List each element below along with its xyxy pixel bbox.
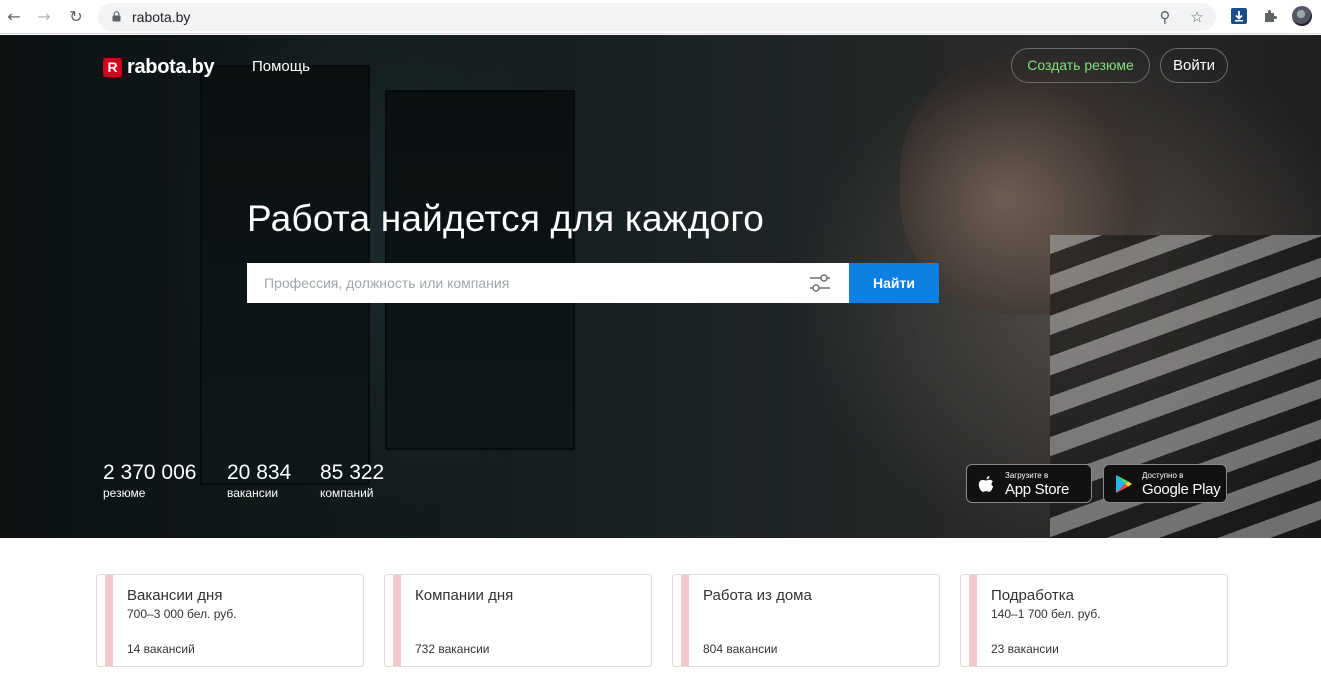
google-play-small-text: Доступно в bbox=[1142, 471, 1184, 480]
card-companies-of-day[interactable]: Компании дня 732 вакансии bbox=[384, 574, 652, 667]
stat-label: вакансии bbox=[227, 486, 279, 500]
app-store-big-text: App Store bbox=[1005, 481, 1070, 498]
logo-text: rabota.by bbox=[127, 55, 215, 78]
card-part-time[interactable]: Подработка 140–1 700 бел. руб. 23 ваканс… bbox=[960, 574, 1228, 667]
search-input[interactable] bbox=[247, 263, 792, 303]
search-button[interactable]: Найти bbox=[849, 263, 939, 303]
page-title: Работа найдется для каждого bbox=[247, 198, 764, 239]
zoom-icon[interactable]: ⚲ bbox=[1157, 9, 1173, 25]
search-form: Найти bbox=[247, 263, 939, 303]
address-bar[interactable]: rabota.by ⚲ ☆ bbox=[98, 3, 1216, 31]
site-logo[interactable]: R rabota.by bbox=[103, 55, 215, 79]
stat-vacancies: 20 834 вакансии bbox=[227, 461, 291, 500]
card-title: Подработка bbox=[991, 587, 1074, 604]
card-count: 804 вакансии bbox=[703, 642, 778, 656]
stat-label: компаний bbox=[320, 486, 374, 500]
google-play-badge[interactable]: Доступно в Google Play bbox=[1103, 464, 1227, 503]
app-store-small-text: Загрузите в bbox=[1005, 471, 1049, 480]
card-title: Вакансии дня bbox=[127, 587, 223, 604]
card-count: 14 вакансий bbox=[127, 642, 195, 656]
card-salary-range: 140–1 700 бел. руб. bbox=[991, 607, 1101, 621]
card-vacancies-of-day[interactable]: Вакансии дня 700–3 000 бел. руб. 14 вака… bbox=[96, 574, 364, 667]
card-count: 23 вакансии bbox=[991, 642, 1059, 656]
extensions-puzzle-icon[interactable] bbox=[1262, 8, 1278, 24]
forward-icon[interactable]: → bbox=[34, 7, 54, 27]
card-accent-bar bbox=[681, 575, 689, 666]
stat-value: 2 370 006 bbox=[103, 461, 197, 484]
card-title: Работа из дома bbox=[703, 587, 812, 604]
card-accent-bar bbox=[393, 575, 401, 666]
browser-toolbar: ← → ↻ rabota.by ⚲ ☆ bbox=[0, 0, 1321, 34]
stat-resumes: 2 370 006 резюме bbox=[103, 461, 196, 500]
card-accent-bar bbox=[105, 575, 113, 666]
app-store-badge[interactable]: Загрузите в App Store bbox=[966, 464, 1092, 503]
card-count: 732 вакансии bbox=[415, 642, 490, 656]
apple-icon bbox=[978, 476, 994, 492]
bookmark-star-icon[interactable]: ☆ bbox=[1189, 9, 1205, 25]
lock-icon bbox=[112, 11, 121, 22]
stat-label: резюме bbox=[103, 486, 146, 500]
profile-avatar[interactable] bbox=[1292, 6, 1312, 26]
card-title: Компании дня bbox=[415, 587, 514, 604]
google-play-icon bbox=[1116, 475, 1132, 493]
create-resume-button[interactable]: Создать резюме bbox=[1011, 48, 1150, 83]
card-accent-bar bbox=[969, 575, 977, 666]
stat-value: 20 834 bbox=[227, 461, 292, 484]
back-icon[interactable]: ← bbox=[4, 7, 24, 27]
login-button[interactable]: Войти bbox=[1160, 48, 1228, 83]
advanced-search-filter-icon[interactable] bbox=[804, 270, 836, 296]
help-link[interactable]: Помощь bbox=[252, 58, 310, 75]
google-play-big-text: Google Play bbox=[1142, 481, 1221, 498]
download-extension-icon[interactable] bbox=[1231, 8, 1247, 24]
card-remote-work[interactable]: Работа из дома 804 вакансии bbox=[672, 574, 940, 667]
card-salary-range: 700–3 000 бел. руб. bbox=[127, 607, 237, 621]
reload-icon[interactable]: ↻ bbox=[66, 7, 86, 27]
stat-value: 85 322 bbox=[320, 461, 385, 484]
stat-companies: 85 322 компаний bbox=[320, 461, 384, 500]
url-text: rabota.by bbox=[132, 9, 191, 25]
logo-badge: R bbox=[103, 57, 122, 77]
